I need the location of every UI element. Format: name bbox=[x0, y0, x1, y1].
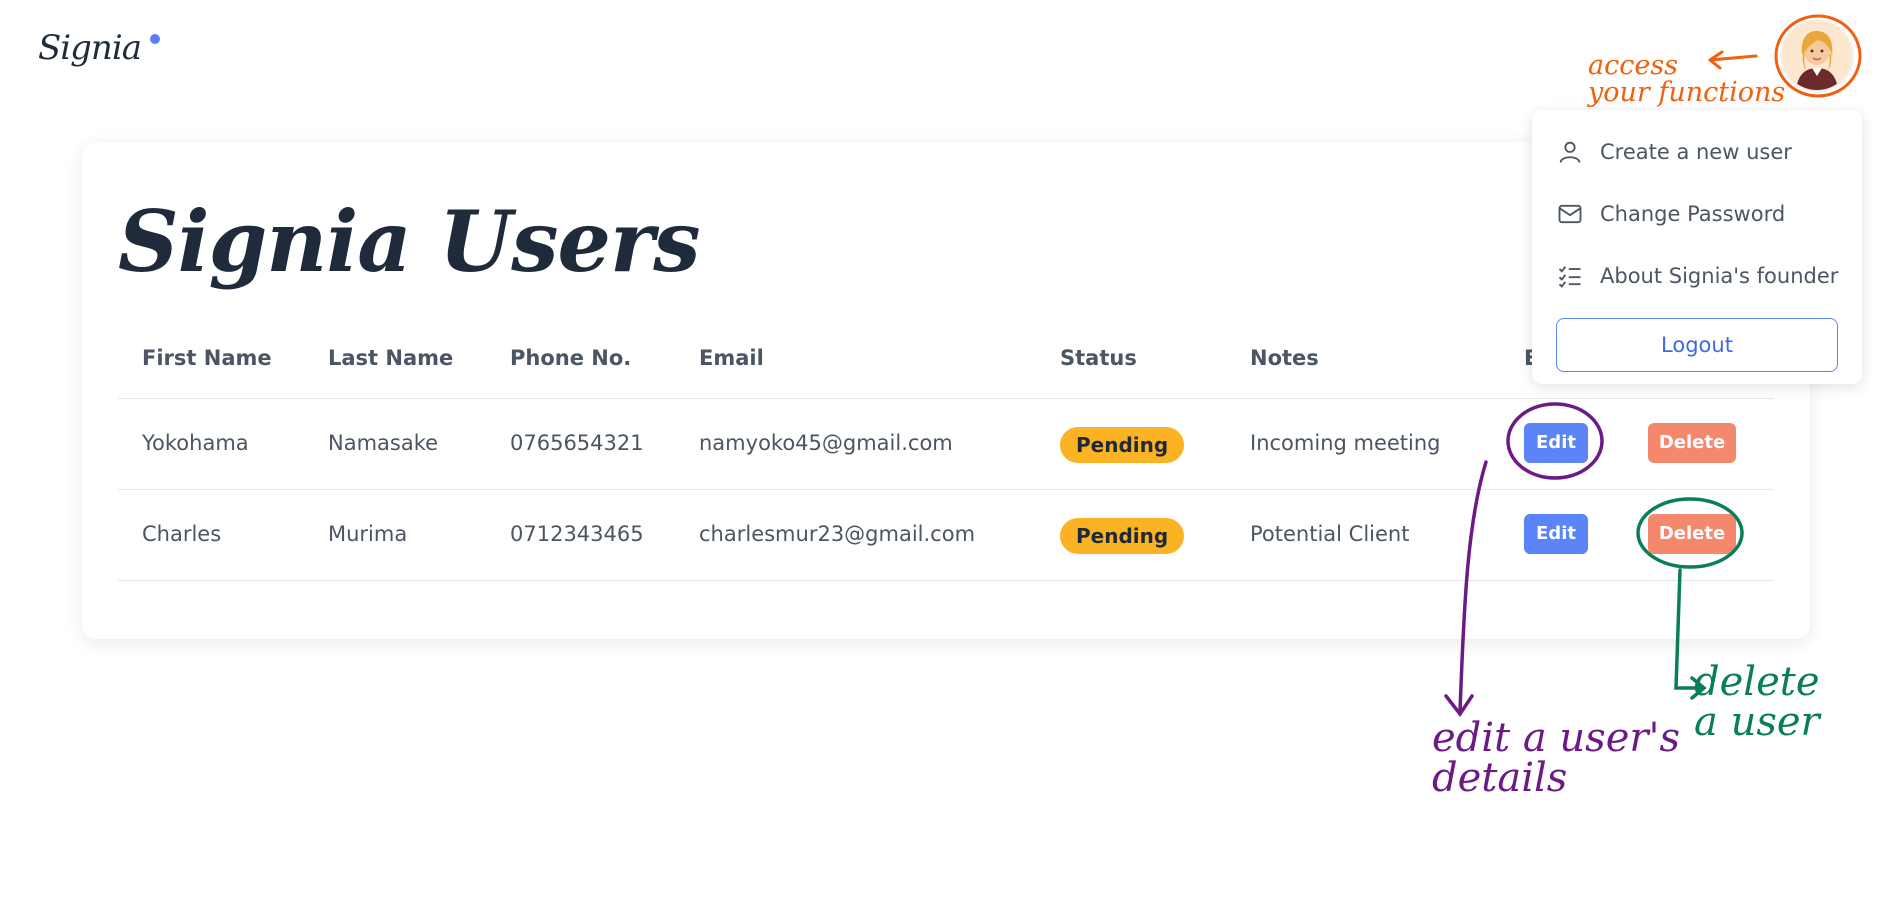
logo-text: Signia bbox=[38, 28, 142, 68]
annotation-access-functions: access your functions bbox=[1588, 52, 1785, 106]
user-menu: Create a new user Change Password About … bbox=[1532, 110, 1862, 384]
avatar[interactable] bbox=[1782, 20, 1852, 90]
annotation-line: details bbox=[1432, 755, 1568, 801]
cell-last-name: Murima bbox=[328, 522, 408, 546]
menu-item-label: Create a new user bbox=[1600, 140, 1792, 164]
status-badge: Pending bbox=[1060, 427, 1185, 463]
annotation-delete-user: delete a user bbox=[1694, 662, 1820, 742]
cell-email: charlesmur23@gmail.com bbox=[699, 522, 976, 546]
annotation-line: delete bbox=[1694, 659, 1820, 705]
menu-item-about-founder[interactable]: About Signia's founder bbox=[1556, 256, 1838, 296]
annotation-line: access bbox=[1588, 50, 1679, 81]
header-email: Email bbox=[699, 346, 764, 370]
header-status: Status bbox=[1060, 346, 1137, 370]
menu-item-label: Change Password bbox=[1600, 202, 1786, 226]
header-last-name: Last Name bbox=[328, 346, 454, 370]
annotation-line: a user bbox=[1694, 699, 1820, 745]
annotation-line: your functions bbox=[1588, 77, 1786, 108]
logout-button[interactable]: Logout bbox=[1556, 318, 1838, 372]
cell-phone: 0765654321 bbox=[510, 431, 644, 455]
users-table: First Name Last Name Phone No. Email Sta… bbox=[118, 330, 1774, 581]
delete-button[interactable]: Delete bbox=[1648, 514, 1736, 554]
menu-item-create-user[interactable]: Create a new user bbox=[1556, 132, 1792, 172]
menu-item-change-password[interactable]: Change Password bbox=[1556, 194, 1785, 234]
user-icon bbox=[1559, 141, 1581, 163]
page-title: Signia Users bbox=[118, 192, 700, 291]
header-first-name: First Name bbox=[142, 346, 272, 370]
logo[interactable]: Signia bbox=[36, 20, 176, 90]
edit-button[interactable]: Edit bbox=[1524, 514, 1588, 554]
edit-button[interactable]: Edit bbox=[1524, 423, 1588, 463]
cell-first-name: Yokohama bbox=[142, 431, 249, 455]
table-row: Charles Murima 0712343465 charlesmur23@g… bbox=[118, 490, 1774, 581]
menu-item-label: About Signia's founder bbox=[1600, 264, 1839, 288]
cell-phone: 0712343465 bbox=[510, 522, 644, 546]
cell-email: namyoko45@gmail.com bbox=[699, 431, 953, 455]
status-badge: Pending bbox=[1060, 518, 1185, 554]
cell-last-name: Namasake bbox=[328, 431, 439, 455]
annotation-edit-details: edit a user's details bbox=[1432, 718, 1680, 798]
cell-notes: Incoming meeting bbox=[1250, 431, 1441, 455]
mail-icon bbox=[1558, 204, 1582, 224]
avatar-image bbox=[1782, 20, 1852, 90]
annotation-line: edit a user's bbox=[1432, 715, 1681, 761]
header-notes: Notes bbox=[1250, 346, 1319, 370]
delete-button[interactable]: Delete bbox=[1648, 423, 1736, 463]
cell-first-name: Charles bbox=[142, 522, 222, 546]
checklist-icon bbox=[1558, 266, 1581, 288]
cell-notes: Potential Client bbox=[1250, 522, 1410, 546]
table-header: First Name Last Name Phone No. Email Sta… bbox=[118, 330, 1774, 399]
header-phone: Phone No. bbox=[510, 346, 632, 370]
table-row: Yokohama Namasake 0765654321 namyoko45@g… bbox=[118, 399, 1774, 490]
logo-dot bbox=[150, 34, 160, 44]
